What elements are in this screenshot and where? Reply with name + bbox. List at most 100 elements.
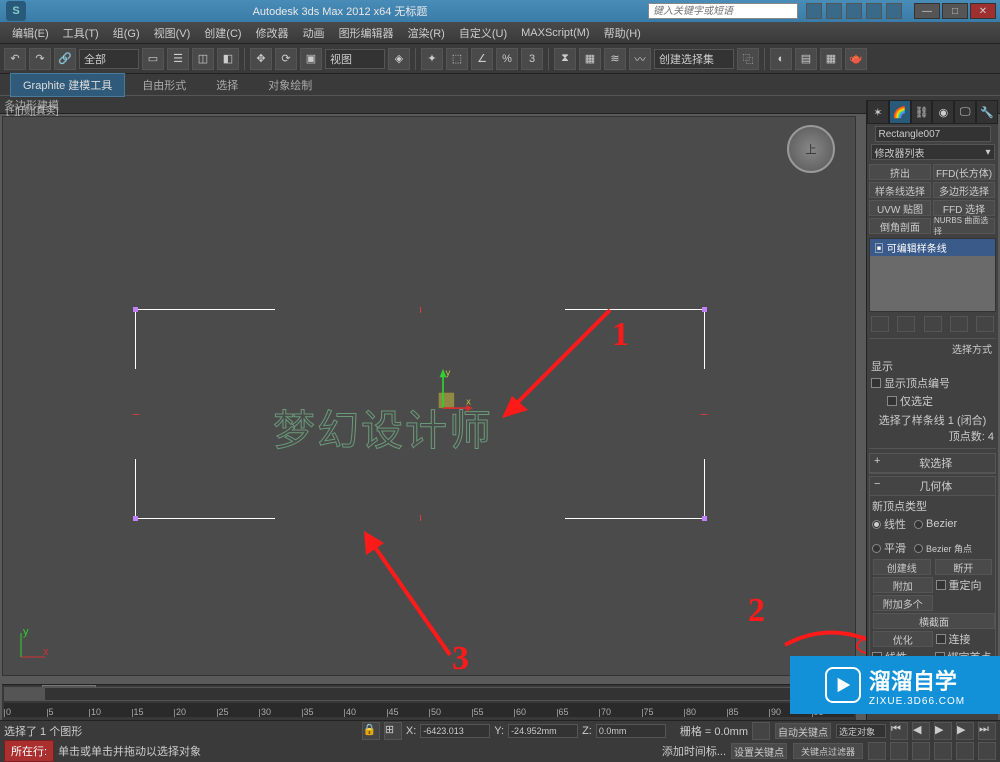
only-selected-checkbox[interactable] xyxy=(887,396,897,406)
tab-objectpaint[interactable]: 对象绘制 xyxy=(255,73,325,97)
transform-gizmo[interactable]: y x xyxy=(413,367,473,427)
spinner-snap-button[interactable]: 3 xyxy=(521,48,543,70)
undo-button[interactable]: ↶ xyxy=(4,48,26,70)
z-coord-input[interactable] xyxy=(596,724,666,738)
select-button[interactable]: ▭ xyxy=(142,48,164,70)
nav-icon[interactable] xyxy=(956,742,974,760)
tab-selection[interactable]: 选择 xyxy=(203,73,251,97)
hierarchy-tab-icon[interactable]: ⛓ xyxy=(911,100,933,124)
attach-button[interactable]: 附加 xyxy=(873,577,933,593)
optimize-button[interactable]: 优化 xyxy=(873,631,933,647)
goto-end-icon[interactable]: ⏭ xyxy=(978,722,996,740)
nav-icon[interactable] xyxy=(868,742,886,760)
uvw-map-button[interactable]: UVW 贴图 xyxy=(869,200,931,216)
modifier-stack[interactable]: ▣ 可编辑样条线 xyxy=(869,238,996,312)
menu-help[interactable]: 帮助(H) xyxy=(598,23,647,43)
menu-render[interactable]: 渲染(R) xyxy=(402,23,451,43)
utilities-tab-icon[interactable]: 🔧 xyxy=(976,100,998,124)
menu-modifiers[interactable]: 修改器 xyxy=(250,23,295,43)
named-selection-dropdown[interactable]: 创建选择集 xyxy=(654,49,734,69)
connect-checkbox[interactable] xyxy=(936,634,946,644)
link-button[interactable]: 🔗 xyxy=(54,48,76,70)
nurbs-button[interactable]: NURBS 曲面选择 xyxy=(933,218,995,234)
menu-customize[interactable]: 自定义(U) xyxy=(453,23,513,43)
create-line-button[interactable]: 创建线 xyxy=(873,559,931,575)
timeline-scrollbar[interactable] xyxy=(4,687,854,701)
manipulate-button[interactable]: ✦ xyxy=(421,48,443,70)
time-config-icon[interactable] xyxy=(752,722,770,740)
play-icon[interactable]: ▶ xyxy=(934,722,952,740)
radio-linear[interactable] xyxy=(872,520,881,529)
ffd-box-button[interactable]: FFD(长方体) xyxy=(933,164,995,180)
nav-icon[interactable] xyxy=(890,742,908,760)
layers-button[interactable]: ≋ xyxy=(604,48,626,70)
selection-filter-dropdown[interactable]: 全部 xyxy=(79,49,139,69)
reorient-checkbox[interactable] xyxy=(936,580,946,590)
scale-button[interactable]: ▣ xyxy=(300,48,322,70)
tab-freeform[interactable]: 自由形式 xyxy=(129,73,199,97)
create-tab-icon[interactable]: ✶ xyxy=(867,100,889,124)
nav-icon[interactable] xyxy=(934,742,952,760)
object-name-input[interactable] xyxy=(875,126,991,142)
render-button[interactable]: 🫖 xyxy=(845,48,867,70)
keyfilter-button[interactable]: 关键点过滤器 xyxy=(793,743,863,759)
menu-view[interactable]: 视图(V) xyxy=(148,23,197,43)
autokey-button[interactable]: 自动关键点 xyxy=(775,723,831,739)
toolbar-icon[interactable] xyxy=(866,3,882,19)
radio-smooth[interactable] xyxy=(872,544,881,553)
move-button[interactable]: ✥ xyxy=(250,48,272,70)
poly-select-button[interactable]: 多边形选择 xyxy=(933,182,995,198)
menu-grapheditors[interactable]: 图形编辑器 xyxy=(333,23,400,43)
break-button[interactable]: 断开 xyxy=(935,559,993,575)
stack-item-editable-spline[interactable]: ▣ 可编辑样条线 xyxy=(870,239,995,256)
addtime-label[interactable]: 添加时间标... xyxy=(662,743,726,759)
make-unique-icon[interactable] xyxy=(924,316,942,332)
modifier-list-dropdown[interactable]: 修改器列表 xyxy=(871,144,995,160)
show-end-result-icon[interactable] xyxy=(897,316,915,332)
close-button[interactable]: ✕ xyxy=(970,3,996,19)
configure-sets-icon[interactable] xyxy=(976,316,994,332)
menu-animation[interactable]: 动画 xyxy=(297,23,331,43)
help-search-input[interactable] xyxy=(648,3,798,19)
align-button[interactable]: ▦ xyxy=(579,48,601,70)
menu-edit[interactable]: 编辑(E) xyxy=(6,23,55,43)
snap-button[interactable]: ⬚ xyxy=(446,48,468,70)
menu-tools[interactable]: 工具(T) xyxy=(57,23,105,43)
mirror-button[interactable]: ⧗ xyxy=(554,48,576,70)
chamfer-button[interactable]: 倒角剖面 xyxy=(869,218,931,234)
tab-graphite[interactable]: Graphite 建模工具 xyxy=(10,73,125,97)
setkey-button[interactable]: 设置关键点 xyxy=(731,743,787,759)
display-tab-icon[interactable]: 🖵 xyxy=(954,100,976,124)
curve-editor-button[interactable]: 〰 xyxy=(629,48,651,70)
modify-tab-icon[interactable]: 🌈 xyxy=(889,100,911,124)
material-editor-button[interactable]: ◐ xyxy=(770,48,792,70)
show-vertex-num-checkbox[interactable] xyxy=(871,378,881,388)
viewport[interactable]: 梦幻设计师 y x x y 上 xyxy=(2,116,856,676)
motion-tab-icon[interactable]: ◉ xyxy=(932,100,954,124)
nav-icon[interactable] xyxy=(978,742,996,760)
toolbar-icon[interactable] xyxy=(806,3,822,19)
viewport-label[interactable]: [+][顶][真实] xyxy=(6,102,59,117)
spline-select-button[interactable]: 样条线选择 xyxy=(869,182,931,198)
toolbar-icon[interactable] xyxy=(846,3,862,19)
menu-maxscript[interactable]: MAXScript(M) xyxy=(515,25,595,41)
y-coord-input[interactable] xyxy=(508,724,578,738)
key-target-input[interactable] xyxy=(836,724,886,738)
timeline-ruler[interactable]: 0510152025303540455055606570758085909510… xyxy=(4,703,854,717)
percent-snap-button[interactable]: % xyxy=(496,48,518,70)
redo-button[interactable]: ↷ xyxy=(29,48,51,70)
extrude-button[interactable]: 挤出 xyxy=(869,164,931,180)
goto-start-icon[interactable]: ⏮ xyxy=(890,722,908,740)
action-recorder-button[interactable]: 所在行: xyxy=(4,740,54,762)
nav-icon[interactable] xyxy=(912,742,930,760)
attach-multiple-button[interactable]: 附加多个 xyxy=(873,595,933,611)
angle-snap-button[interactable]: ∠ xyxy=(471,48,493,70)
cross-section-button[interactable]: 横截面 xyxy=(873,613,995,629)
rotate-button[interactable]: ⟳ xyxy=(275,48,297,70)
viewcube[interactable]: 上 xyxy=(787,125,835,173)
maximize-button[interactable]: □ xyxy=(942,3,968,19)
refcoord-dropdown[interactable]: 视图 xyxy=(325,49,385,69)
minimize-button[interactable]: — xyxy=(914,3,940,19)
menu-create[interactable]: 创建(C) xyxy=(198,23,247,43)
render-frame-button[interactable]: ▦ xyxy=(820,48,842,70)
